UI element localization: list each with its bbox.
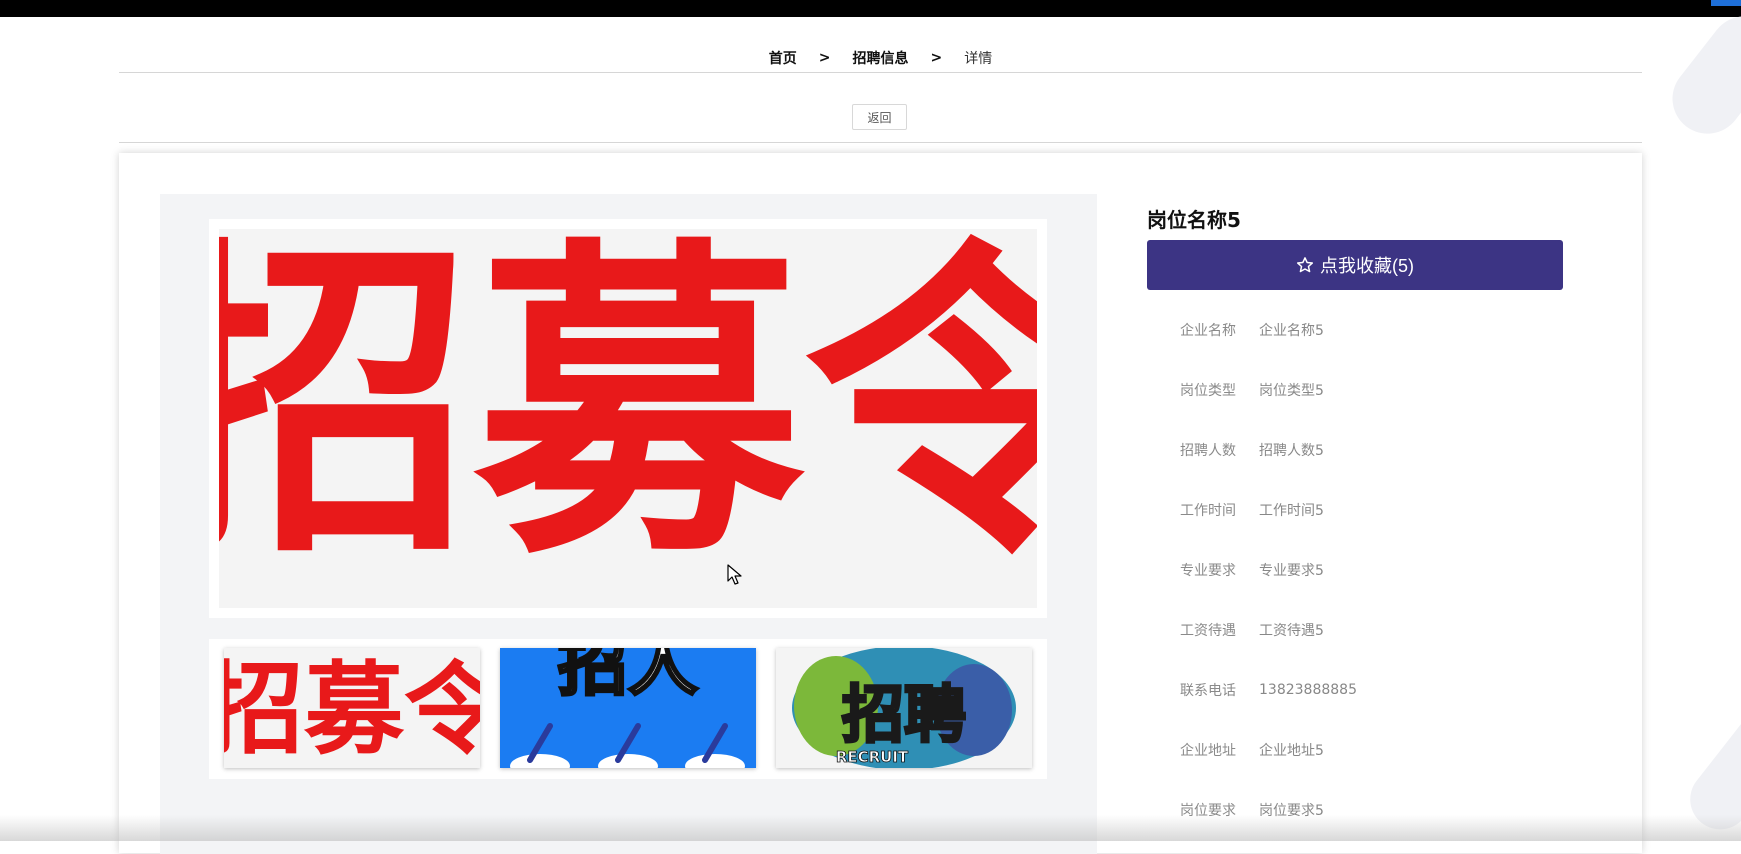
info-label: 岗位类型 xyxy=(1180,383,1236,399)
info-value: 专业要求5 xyxy=(1259,563,1324,579)
info-value: 工资待遇5 xyxy=(1259,623,1324,639)
breadcrumb: 首页 > 招聘信息 > 详情 xyxy=(119,44,1642,72)
bottom-shadow xyxy=(0,815,1741,841)
info-value: 工作时间5 xyxy=(1259,503,1324,519)
info-row-salary: 工资待遇 工资待遇5 xyxy=(1180,618,1324,642)
info-value: 13823888885 xyxy=(1259,682,1357,698)
divider xyxy=(119,72,1642,73)
thumbnail-3[interactable]: 招聘 RECRUIT xyxy=(776,648,1032,768)
info-value: 招聘人数5 xyxy=(1259,443,1324,459)
info-row-work-time: 工作时间 工作时间5 xyxy=(1180,498,1324,522)
info-label: 企业名称 xyxy=(1180,323,1236,339)
breadcrumb-current: 详情 xyxy=(964,51,993,67)
info-label: 联系电话 xyxy=(1180,683,1236,699)
top-bar-accent xyxy=(1711,0,1741,6)
info-row-major: 专业要求 专业要求5 xyxy=(1180,558,1324,582)
breadcrumb-home[interactable]: 首页 xyxy=(769,48,797,68)
info-label: 招聘人数 xyxy=(1180,443,1236,459)
info-label: 专业要求 xyxy=(1180,563,1236,579)
info-label: 企业地址 xyxy=(1180,743,1236,759)
info-value: 岗位类型5 xyxy=(1259,383,1324,399)
info-label: 工作时间 xyxy=(1180,503,1236,519)
info-row-company: 企业名称 企业名称5 xyxy=(1180,318,1324,342)
back-button[interactable]: 返回 xyxy=(852,104,907,130)
info-row-headcount: 招聘人数 招聘人数5 xyxy=(1180,438,1324,462)
thumbnail-3-subtext: RECRUIT xyxy=(836,748,909,766)
thumbnail-1[interactable]: 招募令 xyxy=(224,648,480,768)
job-title: 岗位名称5 xyxy=(1147,208,1241,232)
favorite-button[interactable]: 点我收藏(5) xyxy=(1147,240,1563,290)
info-value: 企业地址5 xyxy=(1259,743,1324,759)
info-label: 工资待遇 xyxy=(1180,623,1236,639)
divider xyxy=(119,142,1642,143)
info-value: 企业名称5 xyxy=(1259,323,1324,339)
breadcrumb-separator: > xyxy=(818,50,831,66)
info-row-job-type: 岗位类型 岗位类型5 xyxy=(1180,378,1324,402)
mouse-cursor-icon xyxy=(727,564,743,590)
decorative-stroke xyxy=(1658,2,1741,148)
info-row-phone: 联系电话 13823888885 xyxy=(1180,678,1357,702)
breadcrumb-section[interactable]: 招聘信息 xyxy=(853,48,909,68)
star-icon xyxy=(1296,256,1314,274)
top-bar xyxy=(0,0,1741,17)
info-row-address: 企业地址 企业地址5 xyxy=(1180,738,1324,762)
thumbnail-3-text: 招聘 xyxy=(842,678,966,751)
thumbnail-2-text: 招人 xyxy=(558,648,698,705)
thumbnail-1-text: 招募令 xyxy=(224,651,480,768)
breadcrumb-separator: > xyxy=(930,50,943,66)
thumbnail-2[interactable]: 招人 xyxy=(500,648,756,768)
main-image-text: 招募令 xyxy=(219,229,1037,597)
main-image[interactable]: 招募令 xyxy=(219,229,1037,608)
favorite-button-label: 点我收藏(5) xyxy=(1320,256,1414,276)
